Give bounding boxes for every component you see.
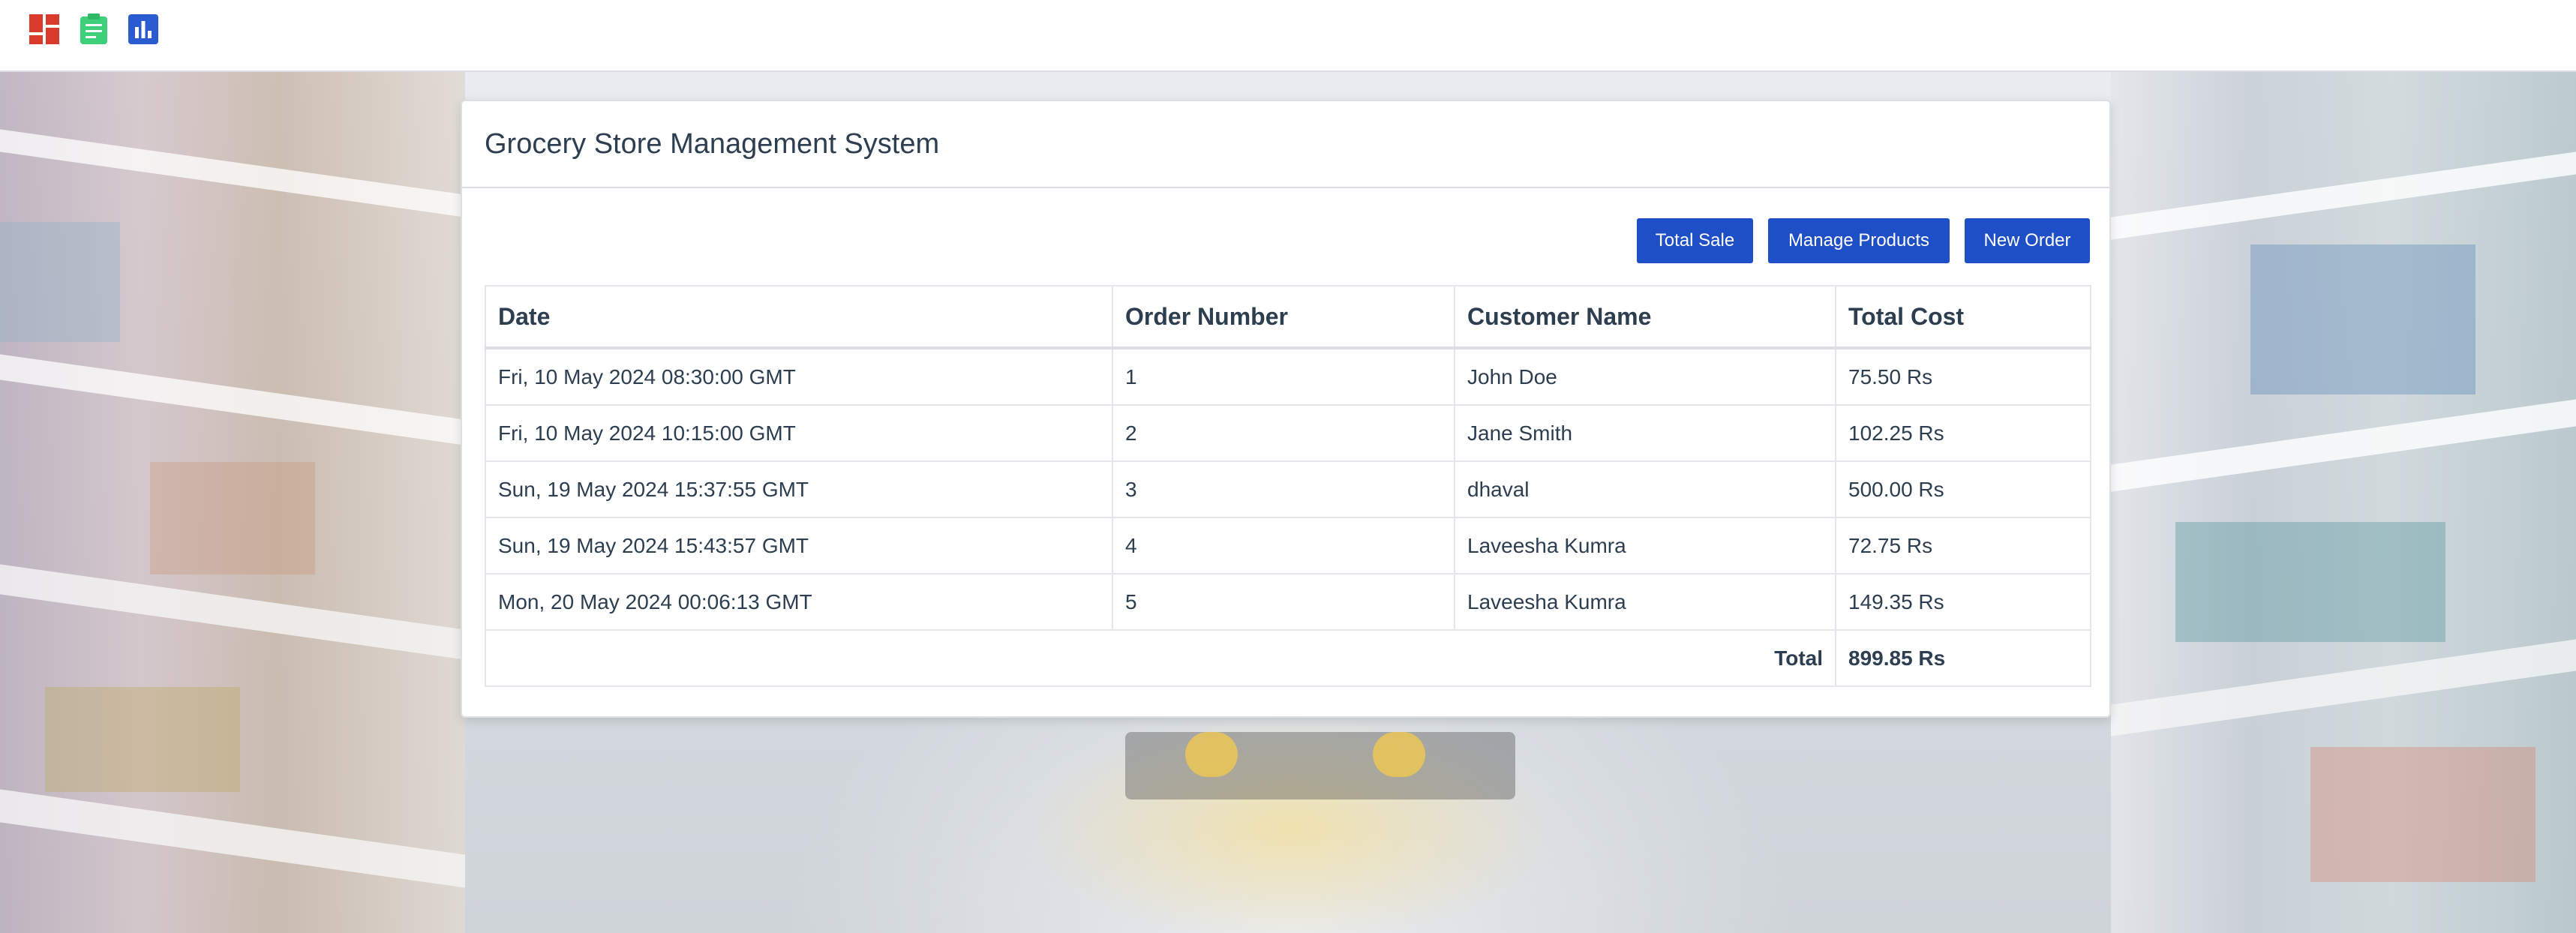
manage-products-button[interactable]: Manage Products (1768, 218, 1950, 263)
cell-date: Fri, 10 May 2024 10:15:00 GMT (485, 404, 1113, 462)
cell-total-cost: 102.25 Rs (1835, 404, 2091, 462)
cell-total-cost: 500.00 Rs (1835, 460, 2091, 518)
clipboard-icon[interactable] (78, 14, 110, 45)
cell-date: Mon, 20 May 2024 00:06:13 GMT (485, 573, 1113, 631)
orders-card: Grocery Store Management System Total Sa… (461, 100, 2111, 718)
cell-order-number: 1 (1112, 347, 1455, 406)
cell-date: Fri, 10 May 2024 08:30:00 GMT (485, 347, 1113, 406)
column-header-total-cost: Total Cost (1835, 285, 2091, 350)
cell-customer-name: Laveesha Kumra (1454, 517, 1836, 574)
cell-customer-name: dhaval (1454, 460, 1836, 518)
total-row: Total 899.85 Rs (485, 629, 2091, 687)
cell-total-cost: 75.50 Rs (1835, 347, 2091, 406)
cell-total-cost: 72.75 Rs (1835, 517, 2091, 574)
cell-order-number: 2 (1112, 404, 1455, 462)
cell-order-number: 4 (1112, 517, 1455, 574)
total-label: Total (485, 629, 1836, 687)
table-row: Sun, 19 May 2024 15:43:57 GMT 4 Laveesha… (485, 517, 2091, 574)
table-row: Sun, 19 May 2024 15:37:55 GMT 3 dhaval 5… (485, 460, 2091, 518)
cell-customer-name: John Doe (1454, 347, 1836, 406)
top-navbar (0, 0, 2576, 72)
cell-date: Sun, 19 May 2024 15:43:57 GMT (485, 517, 1113, 574)
cell-total-cost: 149.35 Rs (1835, 573, 2091, 631)
new-order-button[interactable]: New Order (1965, 218, 2090, 263)
cell-customer-name: Jane Smith (1454, 404, 1836, 462)
dashboard-icon[interactable] (29, 14, 60, 45)
table-header-row: Date Order Number Customer Name Total Co… (485, 285, 2091, 350)
column-header-order-number: Order Number (1112, 285, 1455, 350)
total-sale-button[interactable]: Total Sale (1637, 218, 1753, 263)
total-value: 899.85 Rs (1835, 629, 2091, 687)
bar-chart-icon[interactable] (128, 14, 159, 45)
column-header-customer-name: Customer Name (1454, 285, 1836, 350)
table-row: Fri, 10 May 2024 10:15:00 GMT 2 Jane Smi… (485, 404, 2091, 462)
cell-date: Sun, 19 May 2024 15:37:55 GMT (485, 460, 1113, 518)
cell-customer-name: Laveesha Kumra (1454, 573, 1836, 631)
card-header: Grocery Store Management System (462, 101, 2109, 188)
cell-order-number: 5 (1112, 573, 1455, 631)
page-title: Grocery Store Management System (485, 128, 940, 160)
orders-table: Date Order Number Customer Name Total Co… (485, 285, 2091, 687)
column-header-date: Date (485, 285, 1113, 350)
cell-order-number: 3 (1112, 460, 1455, 518)
table-row: Fri, 10 May 2024 08:30:00 GMT 1 John Doe… (485, 347, 2091, 406)
table-row: Mon, 20 May 2024 00:06:13 GMT 5 Laveesha… (485, 573, 2091, 631)
